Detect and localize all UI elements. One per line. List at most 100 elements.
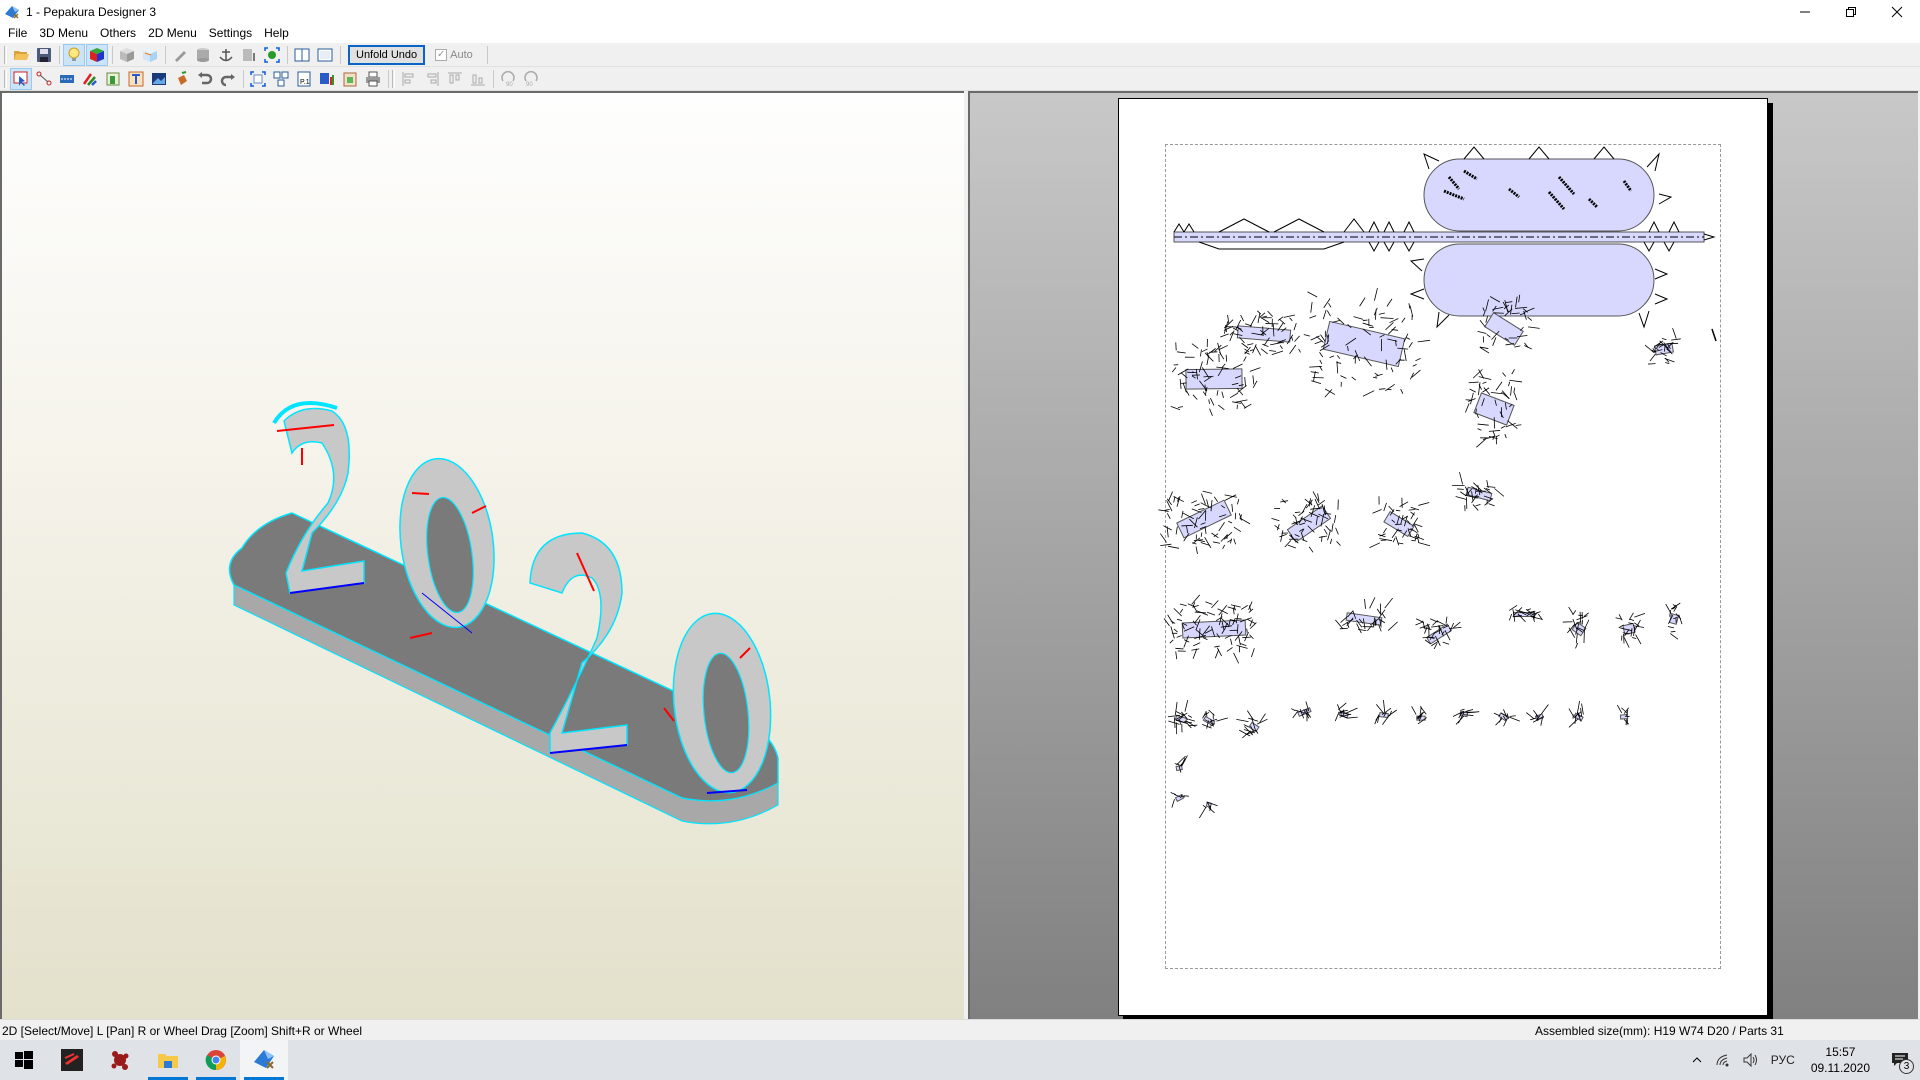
unfolded-part[interactable] [1526, 704, 1549, 726]
unfolded-part[interactable] [1158, 490, 1251, 555]
unfolded-part[interactable] [1163, 594, 1257, 664]
arrange-button[interactable] [270, 68, 292, 90]
unfolded-part[interactable] [1665, 602, 1683, 640]
unfolded-part[interactable] [1452, 708, 1480, 725]
flap-button[interactable] [238, 44, 260, 66]
unfolded-part[interactable] [1334, 702, 1358, 722]
start-button[interactable] [0, 1040, 48, 1080]
edit-button[interactable] [169, 44, 191, 66]
align-left-button[interactable] [398, 68, 420, 90]
rotate-cw-button[interactable]: 90 [520, 68, 542, 90]
unfolded-part[interactable] [1508, 604, 1543, 622]
page-number-button[interactable]: P.1 [293, 68, 315, 90]
minimize-button[interactable] [1782, 0, 1828, 24]
unfolded-part[interactable] [1236, 710, 1268, 739]
undo-button[interactable] [194, 68, 216, 90]
unfolded-part[interactable] [1644, 328, 1681, 365]
taskbar-app-red[interactable] [96, 1040, 144, 1080]
close-button[interactable] [1874, 0, 1920, 24]
menu-3d[interactable]: 3D Menu [33, 24, 94, 43]
color-edit-button[interactable] [79, 68, 101, 90]
unfolded-part[interactable] [1415, 616, 1462, 650]
unfolded-part[interactable] [1615, 612, 1646, 648]
open-button[interactable] [10, 44, 32, 66]
texture-button[interactable] [102, 68, 124, 90]
light-toggle-button[interactable] [63, 43, 85, 66]
menu-settings[interactable]: Settings [203, 24, 258, 43]
toolbar-grip[interactable] [4, 69, 7, 88]
image-button[interactable] [148, 68, 170, 90]
unfold-undo-button[interactable]: Unfold Undo [348, 44, 426, 65]
anchor-button[interactable] [215, 44, 237, 66]
system-tray: РУС 15:57 09.11.2020 3 [1685, 1040, 1920, 1080]
unfolded-part[interactable] [1452, 472, 1505, 512]
unfolded-part[interactable] [1174, 755, 1188, 773]
unfolded-part[interactable] [1369, 496, 1431, 549]
unfolded-parts[interactable] [1119, 99, 1769, 1017]
menu-2d[interactable]: 2D Menu [142, 24, 203, 43]
text-button[interactable] [125, 68, 147, 90]
clock[interactable]: 15:57 09.11.2020 [1801, 1044, 1880, 1076]
unfolded-part[interactable] [1493, 709, 1520, 727]
toolbar-grip[interactable] [392, 69, 395, 88]
unfolded-part[interactable] [1202, 709, 1229, 729]
unfolded-part[interactable] [1218, 310, 1301, 356]
toolbar-grip[interactable] [4, 45, 7, 64]
taskbar-app-pepakura[interactable] [240, 1040, 288, 1080]
unfolded-part[interactable] [1198, 801, 1218, 819]
split-view-button[interactable] [291, 44, 313, 66]
3d-model[interactable] [2, 93, 964, 1019]
volume-control[interactable] [1737, 1053, 1765, 1067]
print-button[interactable] [362, 68, 384, 90]
menu-file[interactable]: File [2, 24, 33, 43]
unfolded-part[interactable] [1465, 369, 1523, 448]
unfolded-part[interactable] [1617, 704, 1630, 726]
unfolded-part[interactable] [1170, 792, 1189, 808]
menu-others[interactable]: Others [94, 24, 142, 43]
show-edges-button[interactable] [139, 44, 161, 66]
unfolded-part[interactable] [1271, 491, 1341, 553]
unfolded-part[interactable] [1291, 701, 1312, 722]
rotate-ccw-button[interactable]: 90 [497, 68, 519, 90]
align-top-button[interactable] [444, 68, 466, 90]
texture-toggle-button[interactable] [86, 43, 108, 66]
2d-view[interactable] [968, 91, 1918, 1019]
network-status[interactable] [1709, 1053, 1737, 1067]
unfolded-part[interactable] [1411, 706, 1427, 725]
fit-3d-button[interactable] [261, 44, 283, 66]
unfolded-part[interactable] [1167, 700, 1198, 735]
cylinder-button[interactable] [192, 44, 214, 66]
taskbar-app-file-explorer[interactable] [144, 1040, 192, 1080]
unfolded-part[interactable] [1303, 287, 1430, 398]
fit-2d-button[interactable] [247, 68, 269, 90]
unfolded-part[interactable] [1568, 700, 1584, 728]
select-move-button[interactable] [10, 67, 32, 90]
menu-help[interactable]: Help [258, 24, 295, 43]
redo-button[interactable] [217, 68, 239, 90]
clipboard-button[interactable] [339, 68, 361, 90]
assembled-size: Assembled size(mm): H19 W74 D20 / Parts … [1535, 1023, 1784, 1038]
taskbar-app-chrome[interactable] [192, 1040, 240, 1080]
restore-button[interactable] [1828, 0, 1874, 24]
save-layout-button[interactable] [316, 68, 338, 90]
part-base-top[interactable] [1423, 146, 1673, 232]
align-right-button[interactable] [421, 68, 443, 90]
show-faces-button[interactable] [116, 44, 138, 66]
action-center-button[interactable]: 3 [1880, 1040, 1920, 1080]
edge-nodes-button[interactable] [33, 68, 55, 90]
show-hidden-icons[interactable] [1685, 1054, 1709, 1066]
align-bottom-button[interactable] [467, 68, 489, 90]
part-base-bottom[interactable] [1409, 243, 1669, 329]
paint-button[interactable] [171, 68, 193, 90]
save-button[interactable] [33, 44, 55, 66]
unfolded-part[interactable] [1374, 699, 1397, 725]
taskbar-app-forza[interactable] [48, 1040, 96, 1080]
svg-text:90: 90 [526, 82, 533, 87]
unfolded-part[interactable] [1562, 606, 1590, 649]
flap-edit-button[interactable] [56, 68, 78, 90]
input-language[interactable]: РУС [1765, 1053, 1801, 1067]
auto-checkbox[interactable]: ✓ Auto [435, 48, 473, 61]
unfolded-part[interactable] [1335, 597, 1398, 634]
3d-view[interactable] [0, 91, 964, 1019]
single-view-button[interactable] [314, 44, 336, 66]
